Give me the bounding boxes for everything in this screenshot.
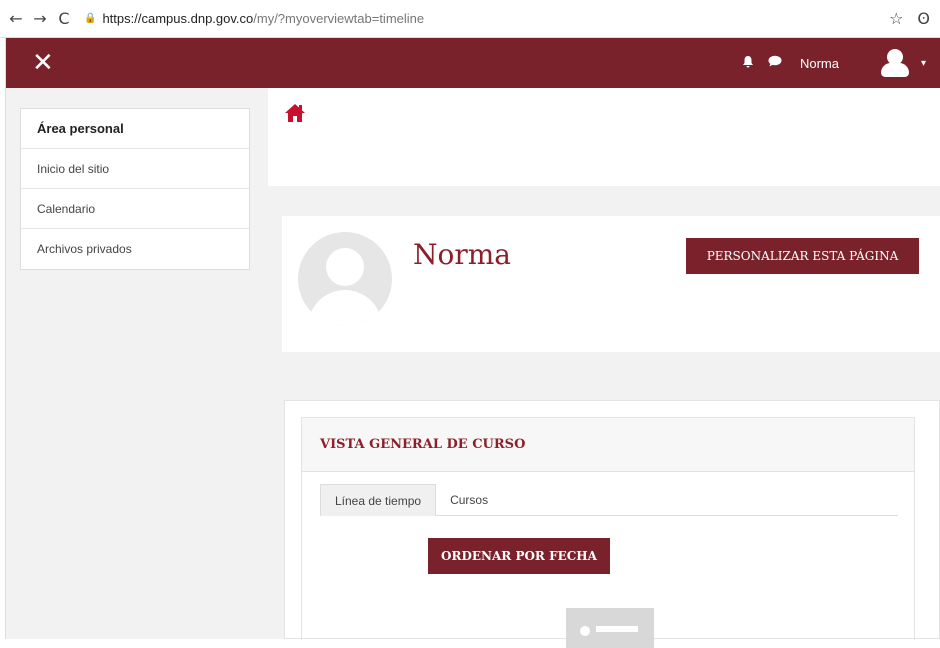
home-icon[interactable] bbox=[284, 102, 306, 124]
profile-name: Norma bbox=[413, 238, 511, 271]
navbar-username[interactable]: Norma bbox=[800, 56, 839, 71]
close-icon[interactable]: ✕ bbox=[32, 50, 54, 76]
account-icon[interactable]: ʘ bbox=[917, 9, 930, 28]
page-content: Área personal Inicio del sitio Calendari… bbox=[6, 88, 940, 648]
star-icon[interactable]: ☆ bbox=[889, 9, 903, 28]
url-path: /my/?myoverviewtab=timeline bbox=[253, 11, 425, 26]
tab-cursos[interactable]: Cursos bbox=[436, 484, 502, 516]
top-navbar: ✕ Norma ▾ bbox=[6, 38, 940, 88]
user-avatar[interactable] bbox=[879, 47, 911, 79]
sidebar-item-archivos[interactable]: Archivos privados bbox=[21, 229, 249, 269]
address-bar[interactable]: 🔒 https://campus.dnp.gov.co/my/?myovervi… bbox=[84, 7, 875, 31]
customize-page-button[interactable]: PERSONALIZAR ESTA PÁGINA bbox=[686, 238, 919, 274]
tab-linea-de-tiempo[interactable]: Línea de tiempo bbox=[320, 484, 437, 516]
block-title: VISTA GENERAL DE CURSO bbox=[320, 437, 526, 452]
sidebar-item-inicio[interactable]: Inicio del sitio bbox=[21, 149, 249, 189]
course-overview-region: VISTA GENERAL DE CURSO Línea de tiempo C… bbox=[284, 400, 940, 648]
profile-avatar bbox=[298, 232, 392, 326]
navbar-user-area: Norma ▾ bbox=[742, 47, 926, 79]
profile-header: Norma PERSONALIZAR ESTA PÁGINA bbox=[282, 216, 940, 352]
course-overview-block: VISTA GENERAL DE CURSO Línea de tiempo C… bbox=[301, 417, 915, 648]
browser-nav: ← → C bbox=[0, 9, 76, 28]
bell-icon[interactable] bbox=[742, 55, 754, 72]
url-host: https://campus.dnp.gov.co bbox=[102, 11, 254, 26]
empty-state-icon bbox=[566, 608, 654, 648]
lock-icon: 🔒 bbox=[84, 13, 97, 24]
browser-toolbar: ← → C 🔒 https://campus.dnp.gov.co/my/?my… bbox=[0, 0, 940, 38]
sidebar-item-calendario[interactable]: Calendario bbox=[21, 189, 249, 229]
back-icon[interactable]: ← bbox=[4, 9, 28, 28]
reload-icon[interactable]: C bbox=[52, 9, 76, 28]
sidebar-item-area-personal[interactable]: Área personal bbox=[21, 109, 249, 149]
block-header: VISTA GENERAL DE CURSO bbox=[302, 418, 914, 472]
forward-icon[interactable]: → bbox=[28, 9, 52, 28]
browser-actions: ☆ ʘ bbox=[875, 9, 940, 28]
overview-tabs: Línea de tiempo Cursos bbox=[320, 484, 898, 516]
chevron-down-icon[interactable]: ▾ bbox=[921, 58, 926, 69]
sort-by-date-button[interactable]: ORDENAR POR FECHA bbox=[428, 538, 610, 574]
chat-icon[interactable] bbox=[768, 55, 782, 71]
breadcrumb-area bbox=[268, 88, 940, 186]
sidebar-nav: Área personal Inicio del sitio Calendari… bbox=[20, 108, 250, 270]
